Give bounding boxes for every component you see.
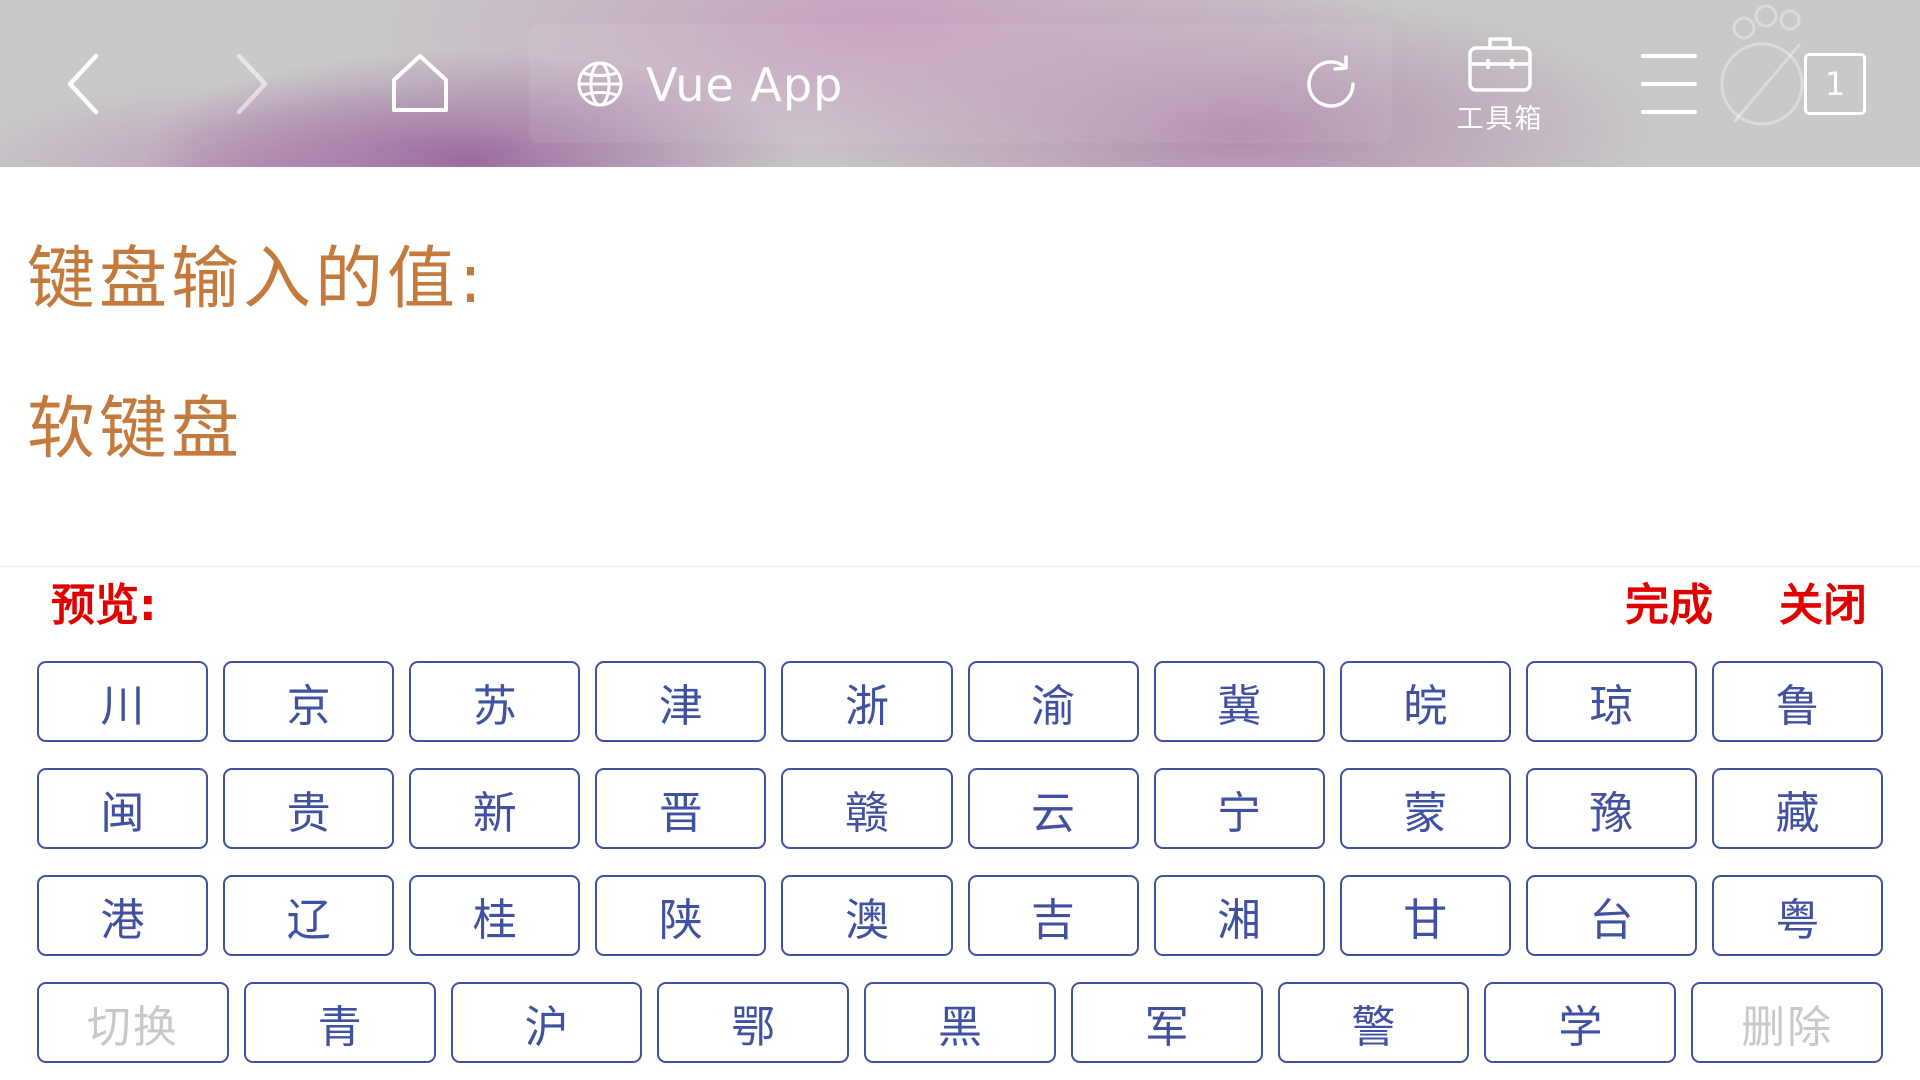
province-key[interactable]: 学 (1484, 982, 1677, 1063)
province-key[interactable]: 鄂 (657, 982, 850, 1063)
keyboard-row-2: 闽 贵 新 晋 赣 云 宁 蒙 豫 藏 (37, 768, 1883, 849)
province-key[interactable]: 鲁 (1711, 661, 1883, 742)
close-button[interactable]: 关闭 (1779, 580, 1867, 632)
province-key[interactable]: 警 (1277, 982, 1470, 1063)
province-key[interactable]: 甘 (1339, 875, 1511, 956)
province-key[interactable]: 黑 (864, 982, 1056, 1063)
province-key[interactable]: 苏 (409, 661, 581, 742)
province-key[interactable]: 湘 (1153, 875, 1325, 956)
toolbox-label[interactable]: 工具箱 (1440, 104, 1560, 136)
province-key[interactable]: 军 (1070, 982, 1263, 1063)
province-key[interactable]: 台 (1525, 875, 1697, 956)
done-button[interactable]: 完成 (1625, 580, 1713, 632)
hamburger-menu-icon[interactable] (1640, 53, 1698, 115)
keyboard-keys: 川 京 苏 津 浙 渝 冀 皖 琼 鲁 闽 贵 新 晋 赣 云 宁 蒙 豫 藏 … (37, 661, 1883, 1063)
province-key[interactable]: 辽 (223, 875, 395, 956)
reload-icon[interactable] (1301, 54, 1361, 114)
home-icon[interactable] (386, 50, 454, 116)
switch-key[interactable]: 切换 (37, 982, 229, 1063)
province-key[interactable]: 宁 (1153, 768, 1325, 849)
province-key[interactable]: 云 (967, 768, 1139, 849)
province-key[interactable]: 京 (223, 661, 395, 742)
province-key[interactable]: 皖 (1339, 661, 1511, 742)
province-key[interactable]: 青 (243, 982, 436, 1063)
province-key[interactable]: 闽 (37, 768, 209, 849)
province-key[interactable]: 赣 (781, 768, 953, 849)
province-key[interactable]: 冀 (1153, 661, 1325, 742)
province-key[interactable]: 吉 (967, 875, 1139, 956)
province-key[interactable]: 津 (595, 661, 767, 742)
delete-key[interactable]: 删除 (1691, 982, 1883, 1063)
chevron-right-icon[interactable] (233, 52, 271, 116)
province-key[interactable]: 豫 (1525, 768, 1697, 849)
province-key[interactable]: 港 (37, 875, 209, 956)
province-key[interactable]: 琼 (1525, 661, 1697, 742)
keyboard-row-3: 港 辽 桂 陕 澳 吉 湘 甘 台 粤 (37, 875, 1883, 956)
province-key[interactable]: 澳 (781, 875, 953, 956)
keyboard-row-4: 切换 青 沪 鄂 黑 军 警 学 删除 (37, 982, 1883, 1063)
chevron-left-icon[interactable] (64, 52, 102, 116)
province-key[interactable]: 新 (409, 768, 581, 849)
province-key[interactable]: 蒙 (1339, 768, 1511, 849)
province-key[interactable]: 桂 (409, 875, 581, 956)
province-key[interactable]: 陕 (595, 875, 767, 956)
browser-toolbar: Vue App 工具箱 1 (0, 0, 1920, 167)
soft-keyboard: 预览: 完成 关闭 川 京 苏 津 浙 渝 冀 皖 琼 鲁 闽 贵 新 晋 赣 … (0, 566, 1920, 1080)
page-heading: 软键盘 (27, 390, 244, 469)
keyboard-row-1: 川 京 苏 津 浙 渝 冀 皖 琼 鲁 (37, 661, 1883, 742)
wallpaper-decoration (1704, 0, 1814, 130)
toolbox-icon[interactable] (1466, 32, 1534, 94)
tab-count-icon[interactable]: 1 (1804, 53, 1866, 115)
province-key[interactable]: 藏 (1711, 768, 1883, 849)
province-key[interactable]: 浙 (781, 661, 953, 742)
province-key[interactable]: 渝 (967, 661, 1139, 742)
globe-icon (576, 60, 624, 108)
province-key[interactable]: 粤 (1711, 875, 1883, 956)
province-key[interactable]: 贵 (223, 768, 395, 849)
page-title[interactable]: Vue App (646, 56, 843, 114)
province-key[interactable]: 川 (37, 661, 209, 742)
preview-label: 预览: (51, 580, 157, 631)
province-key[interactable]: 晋 (595, 768, 767, 849)
input-value-label: 键盘输入的值: (27, 240, 486, 319)
province-key[interactable]: 沪 (450, 982, 643, 1063)
